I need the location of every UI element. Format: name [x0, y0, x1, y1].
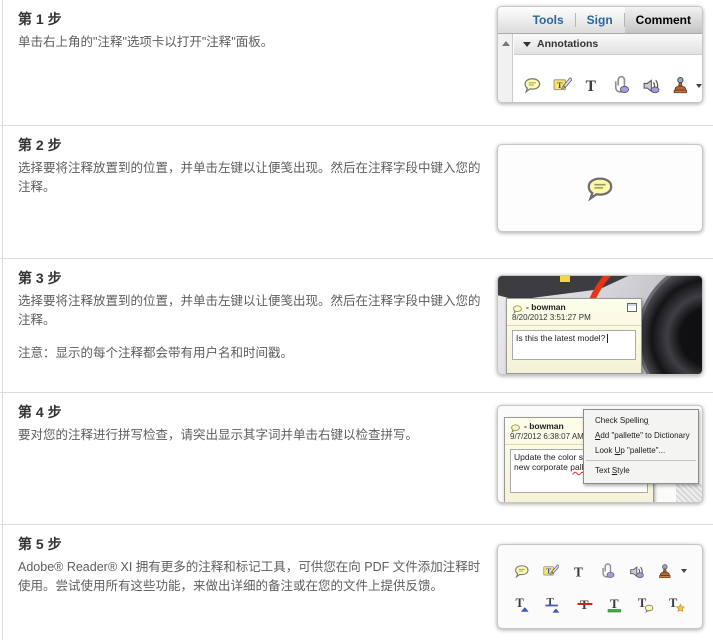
note-timestamp: 8/20/2012 3:51:27 PM [507, 312, 641, 326]
tab-bar-spacer [498, 7, 522, 33]
stamp-icon[interactable] [670, 75, 691, 96]
insert-text-icon[interactable]: T [513, 594, 533, 615]
reader-tab-bar: Tools Sign Comment [498, 7, 702, 34]
svg-text:T: T [586, 78, 597, 95]
step-1-section: 第 1 步 单击右上角的"注释"选项卡以打开"注释"面板。 Tools Sign… [0, 0, 713, 125]
note-text-line2-pre: new corporate [514, 462, 571, 472]
annotations-panel: Annotations T T [514, 34, 702, 102]
underline-icon[interactable]: T [605, 594, 625, 615]
note-text: Is this the latest model? [516, 333, 606, 343]
sticky-note-icon[interactable] [522, 75, 543, 96]
add-note-to-text-icon[interactable]: T [636, 594, 656, 615]
sticky-note-icon [584, 173, 616, 203]
panel-scrollbar[interactable] [498, 34, 513, 102]
step-5-screenshot: T T T T T T T T [497, 544, 703, 629]
note-bubble-icon [512, 302, 523, 314]
annotation-tools-row: T T [513, 556, 688, 586]
add-text-icon[interactable]: T [581, 75, 602, 96]
step-5-section: 第 5 步 Adobe® Reader® XI 拥有更多的注释和标记工具，可供您… [0, 524, 713, 640]
step-5-body: Adobe® Reader® XI 拥有更多的注释和标记工具，可供您在向 PDF… [18, 560, 481, 593]
text-cursor [607, 334, 609, 344]
stamp-dropdown-icon[interactable] [696, 83, 702, 88]
note-author: - bowman [524, 421, 564, 431]
tutorial-page: 第 1 步 单击右上角的"注释"选项卡以打开"注释"面板。 Tools Sign… [0, 0, 713, 640]
menu-text: p "pallette"... [620, 446, 666, 455]
step-2-text: 第 2 步 选择要将注释放置到的位置，并单击左键以让便笺出现。然后在注释字段中键… [18, 135, 486, 197]
step-3-heading: 第 3 步 [18, 270, 62, 286]
step-2-section: 第 2 步 选择要将注释放置到的位置，并单击左键以让便笺出现。然后在注释字段中键… [0, 125, 713, 258]
annotations-header-label: Annotations [537, 38, 599, 50]
step-5-text: 第 5 步 Adobe® Reader® XI 拥有更多的注释和标记工具，可供您… [18, 534, 486, 596]
step-3-note: 注意：显示的每个注释都会带有用户名和时间戳。 [18, 346, 294, 360]
markup-tools-row: T T T T T T [513, 589, 687, 619]
attach-file-icon[interactable] [599, 561, 617, 582]
step-4-body: 要对您的注释进行拼写检查，请突出显示其字词并单击右键以检查拼写。 [18, 428, 419, 442]
svg-text:T: T [515, 595, 524, 609]
svg-text:T: T [574, 564, 583, 579]
highlight-text-icon[interactable]: T [542, 561, 560, 582]
note-bubble-icon [510, 421, 521, 433]
menu-item-check-spelling[interactable]: Check Spelling [584, 413, 698, 428]
step-1-body: 单击右上角的"注释"选项卡以打开"注释"面板。 [18, 35, 274, 49]
tab-comment[interactable]: Comment [624, 7, 702, 33]
sticky-note-popup: - bowman 8/20/2012 3:51:27 PM Is this th… [506, 298, 642, 374]
stamp-icon[interactable] [656, 561, 674, 582]
step-2-body: 选择要将注释放置到的位置，并单击左键以让便笺出现。然后在注释字段中键入您的注释。 [18, 161, 481, 194]
menu-separator [586, 460, 696, 461]
menu-item-text-style[interactable]: Text Style [584, 463, 698, 478]
sticky-note-marker-icon[interactable] [558, 276, 572, 284]
step-4-screenshot: - bowman 9/7/2012 6:38:07 AM Update the … [497, 405, 703, 503]
tab-tools-label: Tools [532, 13, 564, 27]
page-hatch-corner [676, 484, 702, 502]
annotations-toolbar: T T [514, 55, 702, 102]
strikethrough-icon[interactable]: T [575, 594, 595, 615]
tab-sign[interactable]: Sign [576, 7, 624, 33]
attach-file-icon[interactable] [611, 75, 632, 96]
note-text-input[interactable]: Is this the latest model? [512, 330, 636, 360]
sticky-note-icon[interactable] [513, 561, 531, 582]
collapse-triangle-icon [523, 41, 531, 47]
scroll-up-icon[interactable] [502, 41, 510, 46]
annotations-header[interactable]: Annotations [514, 34, 702, 55]
tab-tools[interactable]: Tools [522, 7, 575, 33]
menu-item-add-to-dictionary[interactable]: Add "pallette" to Dictionary [584, 428, 698, 443]
step-1-screenshot: Tools Sign Comment Annotations T T [497, 6, 703, 103]
text-star-icon[interactable]: T [667, 594, 687, 615]
svg-text:T: T [610, 596, 619, 610]
note-header: - bowman [507, 299, 641, 314]
menu-item-look-up[interactable]: Look Up "pallette"... [584, 443, 698, 458]
step-1-heading: 第 1 步 [18, 11, 62, 27]
step-3-body: 选择要将注释放置到的位置，并单击左键以让便笺出现。然后在注释字段中键入您的注释。 [18, 294, 481, 327]
highlight-text-icon[interactable]: T [552, 75, 573, 96]
step-2-heading: 第 2 步 [18, 137, 62, 153]
minimize-note-icon[interactable] [627, 302, 637, 312]
menu-text: Check Spellin [595, 416, 644, 425]
menu-text: tyle [617, 466, 630, 475]
step-4-section: 第 4 步 要对您的注释进行拼写检查，请突出显示其字词并单击右键以检查拼写。 -… [0, 392, 713, 524]
tab-comment-label: Comment [635, 13, 691, 27]
menu-text: dd "pallette" to Dictionary [600, 431, 690, 440]
menu-text: Look [595, 446, 615, 455]
step-4-text: 第 4 步 要对您的注释进行拼写检查，请突出显示其字词并单击右键以检查拼写。 [18, 402, 486, 445]
step-5-heading: 第 5 步 [18, 536, 62, 552]
step-3-text: 第 3 步 选择要将注释放置到的位置，并单击左键以让便笺出现。然后在注释字段中键… [18, 268, 486, 363]
note-author: - bowman [526, 302, 566, 312]
add-text-icon[interactable]: T [570, 561, 588, 582]
tab-sign-label: Sign [586, 13, 613, 27]
record-audio-icon[interactable] [628, 561, 646, 582]
stamp-dropdown-icon[interactable] [681, 569, 688, 573]
step-2-screenshot [497, 144, 703, 232]
replace-text-icon[interactable]: T [544, 594, 564, 615]
menu-text: Text [595, 466, 612, 475]
context-menu: Check Spelling Add "pallette" to Diction… [583, 409, 699, 484]
comment-panel: Annotations T T [498, 34, 702, 102]
step-1-text: 第 1 步 单击右上角的"注释"选项卡以打开"注释"面板。 [18, 9, 486, 52]
step-3-screenshot: - bowman 8/20/2012 3:51:27 PM Is this th… [497, 275, 703, 375]
record-audio-icon[interactable] [641, 75, 662, 96]
step-3-section: 第 3 步 选择要将注释放置到的位置，并单击左键以让便笺出现。然后在注释字段中键… [0, 258, 713, 392]
menu-accel: g [643, 416, 649, 425]
svg-text:T: T [669, 595, 678, 609]
step-4-heading: 第 4 步 [18, 404, 62, 420]
